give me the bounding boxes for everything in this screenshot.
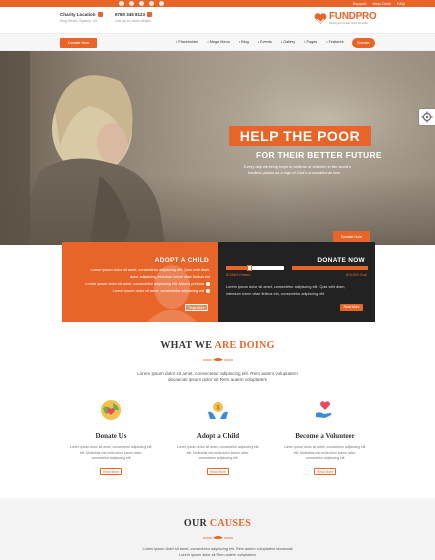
heart-icon [206,289,210,293]
donate-title: DONATE NOW [317,257,365,264]
feature-donate-us: Donate Us Lorem ipsum dolor sit amet, co… [66,398,156,475]
what-we-are-doing-title: WHAT WE ARE DOING [0,340,435,351]
section-title-accent: ARE DOING [214,340,275,351]
feature-desc-line: Lorem ipsum dolor sit amet, consectetur … [69,445,153,449]
adopt-line-text: Lorem ipsum dolor sit amet, consectetur … [85,282,204,286]
adopt-read-more-button[interactable]: Read More [185,304,208,311]
settings-panel-toggle[interactable] [419,109,435,125]
feature-become-volunteer: Become a Volunteer Lorem ipsum dolor sit… [280,398,370,475]
feature-description: Lorem ipsum dolor sit amet, consectetur … [173,445,263,462]
google-plus-icon[interactable] [139,1,144,6]
support-link[interactable]: Support [353,0,367,7]
feature-desc-line: Lorem ipsum dolor sit amet, consectetur … [283,445,367,449]
header: Charity Location King Street, Sydney, US… [0,7,435,33]
adopt-line: Lorem ipsum dolor sit amet, consectetur … [68,288,210,295]
adopt-line: dolor adipiscing interdum lorem vitae fi… [130,275,210,279]
our-causes-title: OUR CAUSES [0,518,435,529]
feature-read-more-button[interactable]: Read More [100,467,122,475]
faq-link[interactable]: FAQ [397,0,405,7]
logo-text: FUNDPRO [329,11,377,22]
phone-number: 6780 345 8123 [115,12,153,18]
donation-progress-bar [226,265,284,271]
location-icon [97,12,103,18]
globe-heart-icon [101,400,121,420]
hero-banner: HELP THE POOR FOR THEIR BETTER FUTURE Ev… [0,51,435,245]
donation-progress-fill [226,266,250,270]
section-title-part: WHAT WE [160,340,215,351]
feature-desc-line: Lorem ipsum dolor sit amet, consectetur … [176,445,260,449]
logo[interactable]: FUNDPRO Helping For Charity NGO Template [314,11,377,29]
phone-icon [147,12,153,18]
location-sub: King Street, Sydney, US [60,19,98,23]
donate-now-box: DONATE NOW $126k/9 Raised $15,500 Goal L… [218,242,375,322]
donation-goal-bar [292,266,368,270]
gear-icon [421,111,433,123]
nav-donate-button[interactable]: Donate [352,38,375,48]
feature-adopt-child: $ Adopt a Child Lorem ipsum dolor sit am… [173,398,263,475]
hands-divider-icon [203,358,233,361]
feature-description: Lorem ipsum dolor sit amet, consectetur … [66,445,156,462]
donate-line: interdum lorem vitae finibus est, consec… [226,291,325,296]
rss-icon[interactable] [159,1,164,6]
hero-title: HELP THE POOR [229,126,371,146]
hero-subtitle: FOR THEIR BETTER FUTURE [256,150,382,160]
nav-item-blog[interactable]: Blog [239,34,249,51]
adopt-line: Lorem ipsum dolor sit amet, consectetur … [90,268,210,272]
adopt-child-box: ADOPT A CHILD Lorem ipsum dolor sit amet… [62,242,218,322]
adopt-description: Lorem ipsum dolor sit amet, consectetur … [68,267,210,295]
feature-title: Adopt a Child [196,432,240,440]
location-title: Charity Location [60,12,103,18]
donate-line: Lorem ipsum dolor sit amet, consectetur … [226,285,346,289]
adopt-line-text: Lorem ipsum dolor sit amet, consectetur … [112,289,204,293]
hand-heart-icon [316,401,332,418]
adopt-title: ADOPT A CHILD [154,257,209,264]
hands-coin-icon: $ [208,402,228,419]
nav-menu: Placeholder Mega Menu Blog Events Galler… [176,34,344,51]
adopt-line: Lorem ipsum dolor sit amet, consectetur … [68,281,210,288]
phone-sub: Call us for more details [115,19,151,23]
twitter-icon[interactable] [129,1,134,6]
nav-item-gallery[interactable]: Gallery [281,34,295,51]
logo-tagline: Helping For Charity NGO Template [329,22,368,25]
section-title-part: OUR [183,518,210,529]
logo-heart-icon [314,13,327,24]
feature-read-more-button[interactable]: Read More [207,467,229,475]
phone-text: 6780 345 8123 [115,12,146,17]
donate-now-button[interactable]: Donate Now [60,38,97,48]
donate-read-more-button[interactable]: Read More [340,304,363,311]
nav-item-placeholder[interactable]: Placeholder [176,34,198,51]
hero-text-line1: Every day we bring hope to millions of c… [244,164,351,169]
donate-description: Lorem ipsum dolor sit amet, consectetur … [226,284,345,297]
feature-title: Donate Us [95,432,127,440]
nav-item-pages[interactable]: Pages [304,34,317,51]
help-desk-link[interactable]: Help Desk [373,0,391,7]
section-title-accent: CAUSES [209,518,252,529]
top-links: Support Help Desk FAQ [353,0,405,7]
causes-intro-line2: Lorem ipsum dolor sit Rem autem voluptat… [179,553,256,557]
doing-intro-line2: obcaecati ipsum dolor sit Rem autem volu… [167,377,268,382]
donation-progress-knob[interactable] [247,265,253,271]
feature-desc-line: consectetur adipiscing elit [198,456,238,460]
goal-amount: $15,500 Goal [345,273,367,277]
hero-text-line2: hardest places as a sign of God's uncond… [248,170,341,175]
social-links [119,1,164,6]
feature-title: Become a Volunteer [295,432,355,440]
vimeo-icon[interactable] [149,1,154,6]
feature-read-more-button[interactable]: Read More [314,467,336,475]
nav-item-features[interactable]: Features [326,34,344,51]
nav-item-events[interactable]: Events [258,34,272,51]
facebook-icon[interactable] [119,1,124,6]
heart-icon [206,282,210,286]
nav-item-mega-menu[interactable]: Mega Menu [207,34,230,51]
raised-amount: $126k/9 Raised [226,273,251,277]
top-bar: Support Help Desk FAQ [0,0,435,7]
main-nav: Donate Now Placeholder Mega Menu Blog Ev… [0,33,435,51]
hands-divider-icon [203,536,233,539]
feature-desc-line: consectetur adipiscing elit [305,456,345,460]
feature-desc-line: consectetur adipiscing elit [91,456,131,460]
location-title-text: Charity Location [60,12,96,17]
feature-description: Lorem ipsum dolor sit amet, consectetur … [280,445,370,462]
